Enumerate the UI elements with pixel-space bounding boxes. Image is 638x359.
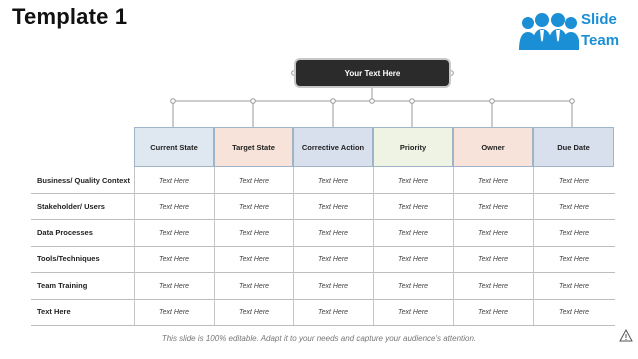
table-cell: Text Here xyxy=(558,177,590,185)
table-cell: Text Here xyxy=(477,282,509,290)
footer-note: This slide is 100% editable. Adapt it to… xyxy=(161,334,477,343)
column-header-owner: Owner xyxy=(453,127,533,167)
table-cell: Text Here xyxy=(558,229,590,237)
column-header-corrective-action: Corrective Action xyxy=(293,127,373,167)
table-cell: Text Here xyxy=(158,229,190,237)
row-divider xyxy=(31,325,615,326)
table-cell: Text Here xyxy=(397,177,429,185)
table-cell: Text Here xyxy=(477,255,509,263)
table-cell: Text Here xyxy=(477,203,509,211)
row-label-business-quality-context: Business/ Quality Context xyxy=(37,176,130,185)
table-cell: Text Here xyxy=(397,203,429,211)
table-cell: Text Here xyxy=(477,229,509,237)
table-cell: Text Here xyxy=(238,203,270,211)
table-cell: Text Here xyxy=(397,255,429,263)
row-label-text-here: Text Here xyxy=(37,307,71,316)
table-cell: Text Here xyxy=(317,177,349,185)
table-cell: Text Here xyxy=(558,203,590,211)
row-label-stakeholder-users: Stakeholder/ Users xyxy=(37,202,105,211)
table-cell: Text Here xyxy=(317,203,349,211)
column-header-target-state: Target State xyxy=(214,127,293,167)
table-cell: Text Here xyxy=(158,282,190,290)
column-header-due-date: Due Date xyxy=(533,127,614,167)
table-cell: Text Here xyxy=(158,177,190,185)
table-cell: Text Here xyxy=(558,308,590,316)
row-label-data-processes: Data Processes xyxy=(37,228,93,237)
row-label-team-training: Team Training xyxy=(37,281,88,290)
table-cell: Text Here xyxy=(238,255,270,263)
table-cell: Text Here xyxy=(558,255,590,263)
table-cell: Text Here xyxy=(397,308,429,316)
table-cell: Text Here xyxy=(158,203,190,211)
top-text-box: Your Text Here xyxy=(296,60,449,86)
table-cell: Text Here xyxy=(238,308,270,316)
table-cell: Text Here xyxy=(317,308,349,316)
column-header-current-state: Current State xyxy=(134,127,214,167)
table-cell: Text Here xyxy=(477,177,509,185)
table-cell: Text Here xyxy=(158,308,190,316)
row-label-tools-techniques: Tools/Techniques xyxy=(37,254,100,263)
table-cell: Text Here xyxy=(238,177,270,185)
table-cell: Text Here xyxy=(317,282,349,290)
table-cell: Text Here xyxy=(158,255,190,263)
table-cell: Text Here xyxy=(317,255,349,263)
table-cell: Text Here xyxy=(397,282,429,290)
column-header-priority: Priority xyxy=(373,127,453,167)
table-cell: Text Here xyxy=(317,229,349,237)
table-cell: Text Here xyxy=(238,229,270,237)
table-cell: Text Here xyxy=(397,229,429,237)
table-cell: Text Here xyxy=(558,282,590,290)
table-cell: Text Here xyxy=(238,282,270,290)
table-cell: Text Here xyxy=(477,308,509,316)
warning-triangle-icon xyxy=(619,329,633,342)
